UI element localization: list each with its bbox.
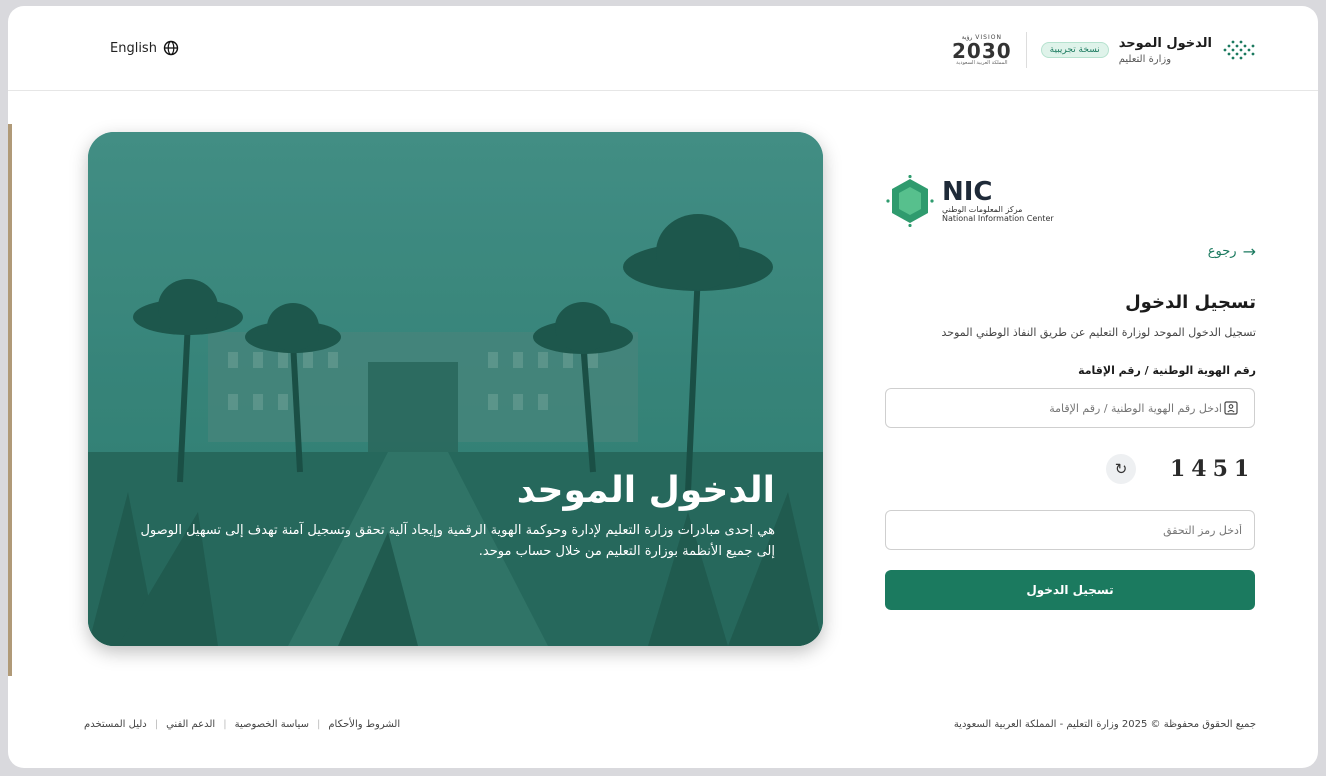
vision-year: 2030 <box>951 38 1012 63</box>
footer-link-terms[interactable]: الشروط والأحكام <box>328 719 400 730</box>
back-link[interactable]: → رجوع <box>1208 242 1256 261</box>
brand-divider <box>1025 32 1027 68</box>
language-label: English <box>110 40 157 56</box>
brand-title: الدخول الموحد <box>1118 35 1212 51</box>
nic-text-block: NIC مركز المعلومات الوطني National Infor… <box>942 179 1054 223</box>
beta-badge: نسخة تجريبية <box>1040 42 1109 58</box>
top-header: English الدخول الموحد وزارة التعليم نسخة… <box>8 6 1318 91</box>
refresh-captcha-icon[interactable]: ↻ <box>1106 454 1136 484</box>
captcha-code: 1451 <box>1170 456 1256 482</box>
globe-icon <box>163 40 179 56</box>
nic-logo: NIC مركز المعلومات الوطني National Infor… <box>884 166 1084 236</box>
brand-text: الدخول الموحد وزارة التعليم <box>1119 36 1212 65</box>
footer-link-support[interactable]: الدعم الفني <box>166 719 215 730</box>
footer-link-user-guide[interactable]: دليل المستخدم <box>84 719 147 730</box>
login-button[interactable]: تسجيل الدخول <box>885 570 1255 610</box>
unified-login-logo-icon <box>1223 40 1255 60</box>
app-frame: English الدخول الموحد وزارة التعليم نسخة… <box>8 6 1318 768</box>
brand-subtitle: وزارة التعليم <box>1118 53 1172 65</box>
login-subtitle: تسجيل الدخول الموحد لوزارة التعليم عن طر… <box>941 326 1256 339</box>
id-field-label: رقم الهوية الوطنية / رقم الإقامة <box>1078 364 1256 377</box>
hero-title: الدخول الموحد <box>516 470 775 511</box>
brand-block: الدخول الموحد وزارة التعليم نسخة تجريبية… <box>952 32 1256 68</box>
language-switch[interactable]: English <box>110 40 179 56</box>
footer-separator: | <box>154 719 159 730</box>
nic-english-name: National Information Center <box>942 214 1054 223</box>
side-strip <box>8 124 12 676</box>
footer-link-privacy[interactable]: سياسة الخصوصية <box>235 719 309 730</box>
nic-emblem-icon <box>886 175 934 227</box>
nic-word: NIC <box>942 177 993 207</box>
footer-separator: | <box>316 719 321 730</box>
footer-separator: | <box>223 719 227 730</box>
campus-illustration <box>88 132 823 646</box>
footer-links: الشروط والأحكام | سياسة الخصوصية | الدعم… <box>84 719 400 730</box>
login-title: تسجيل الدخول <box>1125 292 1256 313</box>
arrow-right-icon: → <box>1242 242 1256 261</box>
id-card-icon <box>1224 401 1238 415</box>
footer-copyright: جميع الحقوق محفوظة © 2025 وزارة التعليم … <box>953 719 1256 730</box>
vision-2030-logo: VISION رؤية 2030 المملكة العربية السعودي… <box>951 34 1012 66</box>
captcha-row: ↻ 1451 <box>1102 450 1262 490</box>
hero-banner: الدخول الموحد هي إحدى مبادرات وزارة التع… <box>88 132 823 646</box>
nic-arabic-name: مركز المعلومات الوطني <box>942 205 1023 214</box>
captcha-input[interactable] <box>885 510 1255 550</box>
back-label: رجوع <box>1207 244 1237 259</box>
hero-description: هي إحدى مبادرات وزارة التعليم لإدارة وحو… <box>140 523 775 559</box>
national-id-input[interactable] <box>885 388 1255 428</box>
vision-bottom-text: المملكة العربية السعودية <box>956 59 1008 66</box>
